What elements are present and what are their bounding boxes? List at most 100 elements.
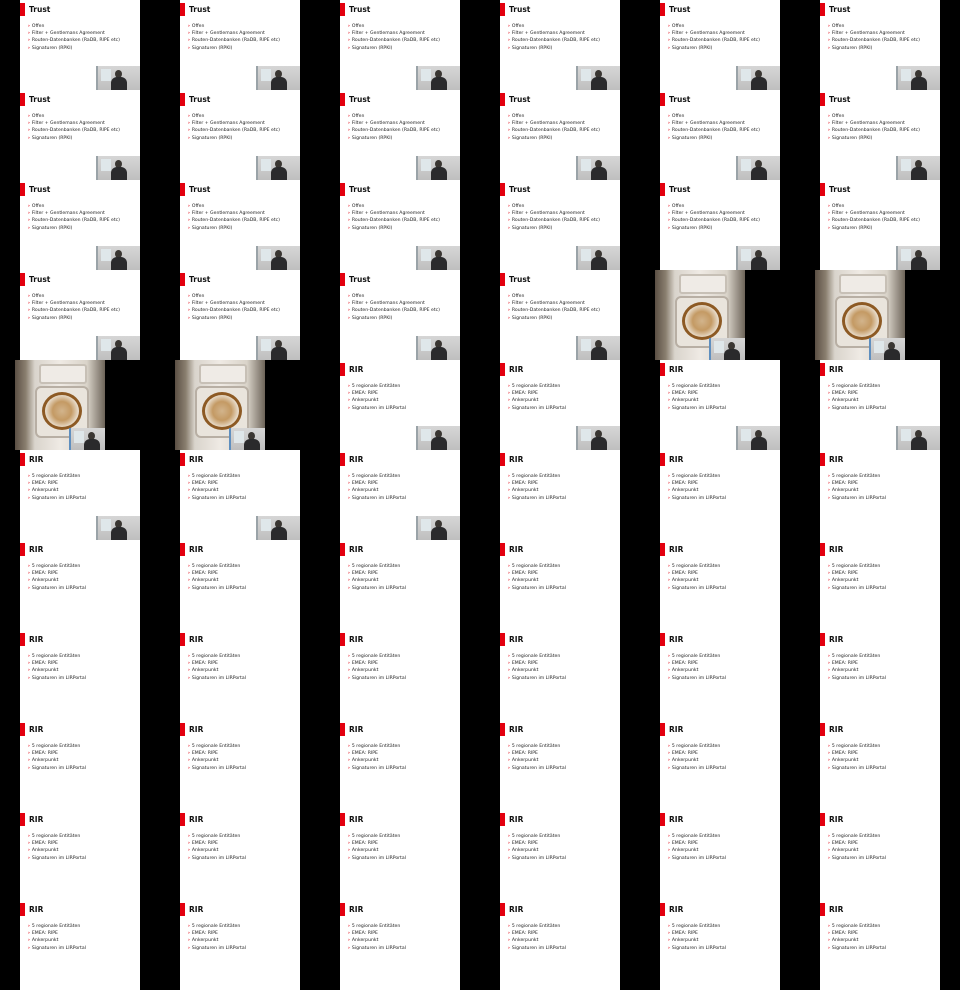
bullet-item: Signaturen im LIRPortal	[668, 405, 726, 412]
bullet-item: EMEA: RIPE	[668, 840, 726, 847]
grid-cell[interactable]: Trust OffenFilter + Gentlemans AgreementR…	[0, 0, 160, 90]
grid-cell[interactable]: RIR 5 regionale EntitätenEMEA: RIPEAnkerp…	[640, 810, 800, 900]
grid-cell[interactable]: Trust OffenFilter + Gentlemans AgreementR…	[0, 90, 160, 180]
slide-title: RIR	[349, 545, 364, 554]
grid-cell[interactable]: RIR 5 regionale EntitätenEMEA: RIPEAnkerp…	[0, 720, 160, 810]
grid-cell[interactable]: RIR 5 regionale EntitätenEMEA: RIPEAnkerp…	[160, 810, 320, 900]
grid-cell[interactable]: RIR 5 regionale EntitätenEMEA: RIPEAnkerp…	[640, 900, 800, 990]
bullet-item: EMEA: RIPE	[828, 660, 886, 667]
grid-cell[interactable]: RIR 5 regionale EntitätenEMEA: RIPEAnkerp…	[0, 450, 160, 540]
slide-bullets: 5 regionale EntitätenEMEA: RIPEAnkerpunk…	[668, 563, 726, 592]
grid-cell[interactable]	[0, 360, 160, 450]
bullet-item: Offen	[508, 23, 600, 30]
slide-title: RIR	[669, 815, 684, 824]
speaker-body	[591, 257, 607, 270]
bullet-item: Signaturen (RPKI)	[668, 45, 760, 52]
bullet-item: EMEA: RIPE	[508, 570, 566, 577]
grid-cell[interactable]: RIR 5 regionale EntitätenEMEA: RIPEAnkerp…	[320, 360, 480, 450]
grid-cell[interactable]: RIR 5 regionale EntitätenEMEA: RIPEAnkerp…	[160, 630, 320, 720]
bullet-item: Filter + Gentlemans Agreement	[28, 210, 120, 217]
grid-cell[interactable]: Trust OffenFilter + Gentlemans AgreementR…	[160, 90, 320, 180]
grid-cell[interactable]: RIR 5 regionale EntitätenEMEA: RIPEAnkerp…	[800, 630, 960, 720]
grid-cell[interactable]: Trust OffenFilter + Gentlemans AgreementR…	[800, 90, 960, 180]
bullet-item: Ankerpunkt	[668, 667, 726, 674]
grid-cell[interactable]: Trust OffenFilter + Gentlemans AgreementR…	[320, 0, 480, 90]
slide-thumbnail-trust: Trust OffenFilter + Gentlemans AgreementR…	[20, 90, 140, 180]
grid-cell[interactable]: RIR 5 regionale EntitätenEMEA: RIPEAnkerp…	[480, 810, 640, 900]
grid-cell[interactable]: RIR 5 regionale EntitätenEMEA: RIPEAnkerp…	[320, 810, 480, 900]
grid-cell[interactable]: RIR 5 regionale EntitätenEMEA: RIPEAnkerp…	[0, 630, 160, 720]
grid-cell[interactable]: Trust OffenFilter + Gentlemans AgreementR…	[640, 90, 800, 180]
grid-cell[interactable]: RIR 5 regionale EntitätenEMEA: RIPEAnkerp…	[640, 360, 800, 450]
grid-cell[interactable]: RIR 5 regionale EntitätenEMEA: RIPEAnkerp…	[640, 450, 800, 540]
grid-cell[interactable]: Trust OffenFilter + Gentlemans AgreementR…	[800, 0, 960, 90]
grid-cell[interactable]: Trust OffenFilter + Gentlemans AgreementR…	[320, 90, 480, 180]
grid-cell[interactable]: Trust OffenFilter + Gentlemans AgreementR…	[640, 180, 800, 270]
grid-cell[interactable]: Trust OffenFilter + Gentlemans AgreementR…	[800, 180, 960, 270]
webcam-screen	[581, 159, 591, 171]
grid-cell[interactable]: RIR 5 regionale EntitätenEMEA: RIPEAnkerp…	[640, 540, 800, 630]
webcam-speaker-icon	[229, 428, 265, 450]
grid-cell[interactable]: Trust OffenFilter + Gentlemans AgreementR…	[480, 270, 640, 360]
grid-cell[interactable]: RIR 5 regionale EntitätenEMEA: RIPEAnkerp…	[480, 630, 640, 720]
grid-cell[interactable]: RIR 5 regionale EntitätenEMEA: RIPEAnkerp…	[0, 900, 160, 990]
webcam-speaker-icon	[576, 156, 620, 180]
grid-cell[interactable]: Trust OffenFilter + Gentlemans AgreementR…	[640, 0, 800, 90]
slide-thumbnail-trust: Trust OffenFilter + Gentlemans AgreementR…	[20, 270, 140, 360]
grid-cell[interactable]: RIR 5 regionale EntitätenEMEA: RIPEAnkerp…	[800, 900, 960, 990]
grid-cell[interactable]: RIR 5 regionale EntitätenEMEA: RIPEAnkerp…	[480, 720, 640, 810]
speaker-body	[911, 77, 927, 90]
bullet-item: Signaturen im LIRPortal	[348, 405, 406, 412]
grid-cell[interactable]: Trust OffenFilter + Gentlemans AgreementR…	[160, 180, 320, 270]
grid-cell[interactable]: RIR 5 regionale EntitätenEMEA: RIPEAnkerp…	[640, 720, 800, 810]
bullet-item: 5 regionale Entitäten	[668, 473, 726, 480]
red-accent-bar-icon	[180, 183, 185, 196]
grid-cell[interactable]: RIR 5 regionale EntitätenEMEA: RIPEAnkerp…	[800, 810, 960, 900]
slide-bullets: 5 regionale EntitätenEMEA: RIPEAnkerpunk…	[348, 923, 406, 952]
bullet-item: Filter + Gentlemans Agreement	[348, 30, 440, 37]
slide-bullets: OffenFilter + Gentlemans AgreementRouten…	[28, 293, 120, 322]
grid-cell[interactable]: Trust OffenFilter + Gentlemans AgreementR…	[320, 270, 480, 360]
grid-cell[interactable]: RIR 5 regionale EntitätenEMEA: RIPEAnkerp…	[160, 900, 320, 990]
grid-cell[interactable]: Trust OffenFilter + Gentlemans AgreementR…	[160, 0, 320, 90]
grid-cell[interactable]: RIR 5 regionale EntitätenEMEA: RIPEAnkerp…	[160, 720, 320, 810]
grid-cell[interactable]: Trust OffenFilter + Gentlemans AgreementR…	[480, 90, 640, 180]
grid-cell[interactable]: Trust OffenFilter + Gentlemans AgreementR…	[480, 180, 640, 270]
bullet-item: 5 regionale Entitäten	[188, 833, 246, 840]
grid-cell[interactable]: RIR 5 regionale EntitätenEMEA: RIPEAnkerp…	[320, 900, 480, 990]
red-accent-bar-icon	[20, 723, 25, 736]
grid-cell[interactable]: RIR 5 regionale EntitätenEMEA: RIPEAnkerp…	[480, 900, 640, 990]
slide-thumbnail-rir: RIR 5 regionale EntitätenEMEA: RIPEAnkerp…	[180, 450, 300, 540]
grid-cell[interactable]: RIR 5 regionale EntitätenEMEA: RIPEAnkerp…	[320, 450, 480, 540]
grid-cell[interactable]: RIR 5 regionale EntitätenEMEA: RIPEAnkerp…	[320, 720, 480, 810]
red-accent-bar-icon	[180, 3, 185, 16]
grid-cell[interactable]: RIR 5 regionale EntitätenEMEA: RIPEAnkerp…	[800, 360, 960, 450]
bullet-item: Offen	[668, 113, 760, 120]
grid-cell[interactable]	[640, 270, 800, 360]
grid-cell[interactable]: RIR 5 regionale EntitätenEMEA: RIPEAnkerp…	[0, 810, 160, 900]
grid-cell[interactable]: RIR 5 regionale EntitätenEMEA: RIPEAnkerp…	[800, 720, 960, 810]
bullet-item: Offen	[508, 203, 600, 210]
grid-cell[interactable]: Trust OffenFilter + Gentlemans AgreementR…	[480, 0, 640, 90]
grid-cell[interactable]: RIR 5 regionale EntitätenEMEA: RIPEAnkerp…	[0, 540, 160, 630]
grid-cell[interactable]: RIR 5 regionale EntitätenEMEA: RIPEAnkerp…	[480, 360, 640, 450]
grid-cell[interactable]: Trust OffenFilter + Gentlemans AgreementR…	[160, 270, 320, 360]
bullet-item: EMEA: RIPE	[348, 390, 406, 397]
grid-cell[interactable]: Trust OffenFilter + Gentlemans AgreementR…	[0, 270, 160, 360]
grid-cell[interactable]: RIR 5 regionale EntitätenEMEA: RIPEAnkerp…	[480, 540, 640, 630]
slide-title: RIR	[189, 725, 204, 734]
grid-cell[interactable]: RIR 5 regionale EntitätenEMEA: RIPEAnkerp…	[320, 540, 480, 630]
grid-cell[interactable]: RIR 5 regionale EntitätenEMEA: RIPEAnkerp…	[320, 630, 480, 720]
grid-cell[interactable]: Trust OffenFilter + Gentlemans AgreementR…	[320, 180, 480, 270]
slide-title: RIR	[29, 725, 44, 734]
grid-cell[interactable]: RIR 5 regionale EntitätenEMEA: RIPEAnkerp…	[800, 540, 960, 630]
grid-cell[interactable]	[160, 360, 320, 450]
bullet-item: Signaturen im LIRPortal	[668, 855, 726, 862]
grid-cell[interactable]: RIR 5 regionale EntitätenEMEA: RIPEAnkerp…	[480, 450, 640, 540]
grid-cell[interactable]: RIR 5 regionale EntitätenEMEA: RIPEAnkerp…	[160, 540, 320, 630]
grid-cell[interactable]: RIR 5 regionale EntitätenEMEA: RIPEAnkerp…	[800, 450, 960, 540]
grid-cell[interactable]: RIR 5 regionale EntitätenEMEA: RIPEAnkerp…	[640, 630, 800, 720]
grid-cell[interactable]: RIR 5 regionale EntitätenEMEA: RIPEAnkerp…	[160, 450, 320, 540]
grid-cell[interactable]: Trust OffenFilter + Gentlemans AgreementR…	[0, 180, 160, 270]
grid-cell[interactable]	[800, 270, 960, 360]
